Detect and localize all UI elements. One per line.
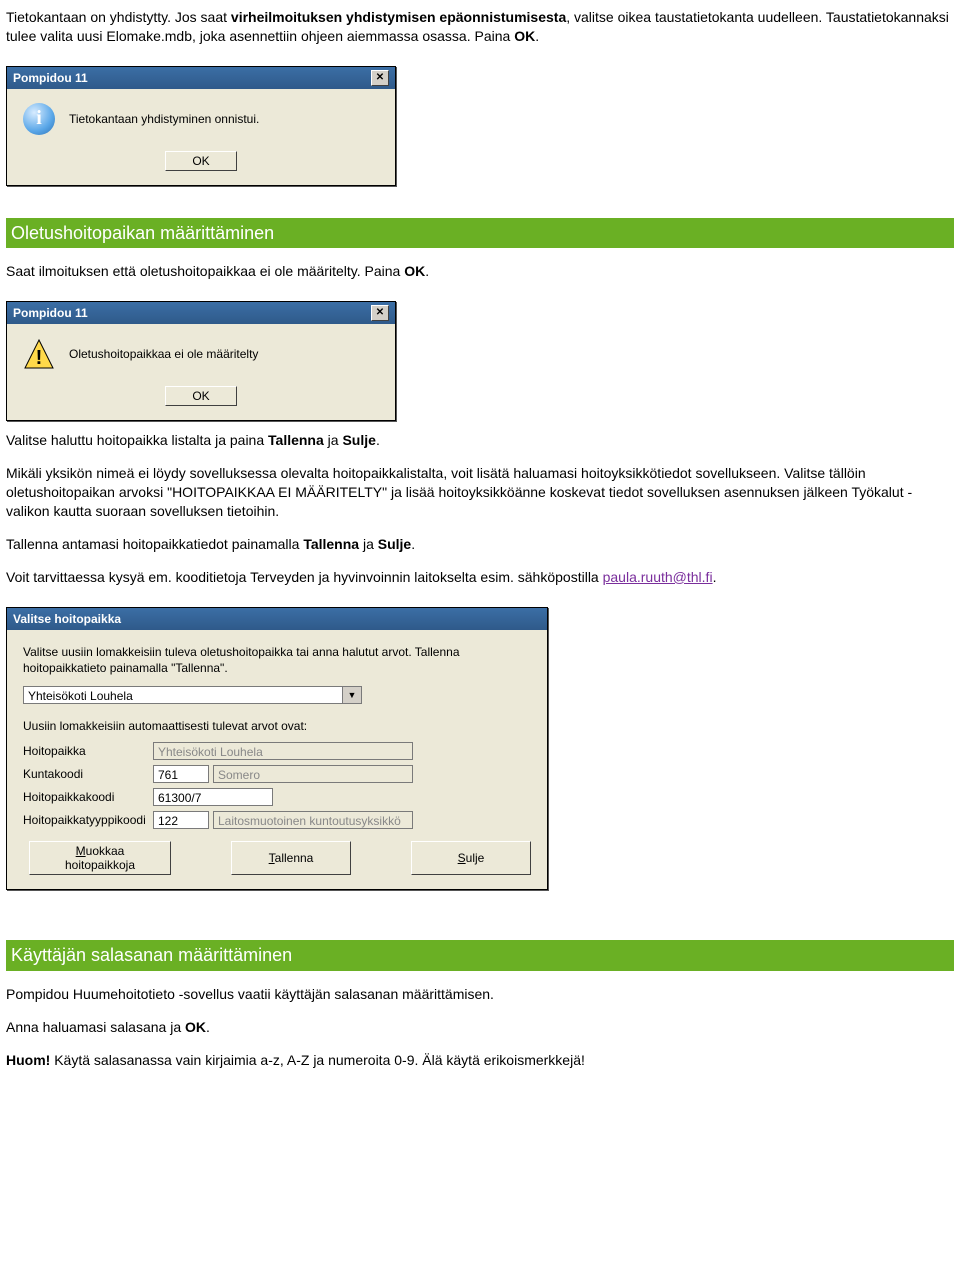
text: .: [411, 536, 415, 552]
text-strong: Sulje: [342, 432, 375, 448]
chevron-down-icon[interactable]: ▼: [343, 686, 362, 704]
value-hoitopaikkatyyppikoodi[interactable]: 122: [153, 811, 209, 829]
section-heading: Oletushoitopaikan määrittäminen: [6, 218, 954, 248]
paragraph: Saat ilmoituksen että oletushoitopaikkaa…: [6, 262, 954, 281]
text: .: [376, 432, 380, 448]
text: .: [713, 569, 717, 585]
location-combobox[interactable]: Yhteisökoti Louhela ▼: [23, 686, 531, 704]
dialog-message: Tietokantaan yhdistyminen onnistui.: [69, 111, 259, 127]
paragraph: Pompidou Huumehoitotieto -sovellus vaati…: [6, 985, 954, 1004]
label-hoitopaikkatyyppikoodi: Hoitopaikkatyyppikoodi: [23, 812, 153, 828]
warning-icon: !: [23, 338, 55, 370]
text-strong: OK: [185, 1019, 206, 1035]
close-icon[interactable]: ✕: [371, 70, 389, 86]
close-icon[interactable]: ✕: [371, 305, 389, 321]
value-hoitopaikkatyyppikoodi-name: Laitosmuotoinen kuntoutusyksikkö: [213, 811, 413, 829]
dialog-info: Pompidou 11 ✕ Tietokantaan yhdistyminen …: [6, 66, 396, 186]
paragraph: Valitse haluttu hoitopaikka listalta ja …: [6, 431, 954, 450]
edit-locations-button[interactable]: Muokkaa hoitopaikkoja: [29, 841, 171, 875]
text-strong: Huom!: [6, 1052, 50, 1068]
text: ja: [359, 536, 378, 552]
text-strong: virheilmoituksen yhdistymisen epäonnistu…: [231, 9, 566, 25]
text: Saat ilmoituksen että oletushoitopaikkaa…: [6, 263, 404, 279]
value-kuntakoodi[interactable]: 761: [153, 765, 209, 783]
dialog-help-text: Valitse uusiin lomakkeisiin tuleva oletu…: [23, 644, 531, 676]
combobox-value: Yhteisökoti Louhela: [23, 686, 343, 704]
dialog-message: Oletushoitopaikkaa ei ole määritelty: [69, 346, 258, 362]
paragraph: Mikäli yksikön nimeä ei löydy sovellukse…: [6, 464, 954, 521]
text-strong: Sulje: [378, 536, 411, 552]
paragraph: Tallenna antamasi hoitopaikkatiedot pain…: [6, 535, 954, 554]
info-icon: [23, 103, 55, 135]
value-kuntakoodi-name: Somero: [213, 765, 413, 783]
dialog-title: Valitse hoitopaikka: [13, 611, 121, 627]
value-hoitopaikkakoodi[interactable]: 61300/7: [153, 788, 273, 806]
label-kuntakoodi: Kuntakoodi: [23, 766, 153, 782]
label-hoitopaikka: Hoitopaikka: [23, 743, 153, 759]
paragraph: Huom! Käytä salasanassa vain kirjaimia a…: [6, 1051, 954, 1070]
text: .: [206, 1019, 210, 1035]
text: Valitse haluttu hoitopaikka listalta ja …: [6, 432, 268, 448]
intro-paragraph: Tietokantaan on yhdistytty. Jos saat vir…: [6, 8, 954, 46]
text: Käytä salasanassa vain kirjaimia a-z, A-…: [50, 1052, 585, 1068]
close-button[interactable]: Sulje: [411, 841, 531, 875]
paragraph: Anna haluamasi salasana ja OK.: [6, 1018, 954, 1037]
email-link[interactable]: paula.ruuth@thl.fi: [603, 569, 713, 585]
text: Tallenna antamasi hoitopaikkatiedot pain…: [6, 536, 303, 552]
text: .: [535, 28, 539, 44]
dialog-select-location: Valitse hoitopaikka Valitse uusiin lomak…: [6, 607, 548, 891]
text-strong: Tallenna: [303, 536, 359, 552]
text: ja: [324, 432, 343, 448]
text: Anna haluamasi salasana ja: [6, 1019, 185, 1035]
text-strong: OK: [514, 28, 535, 44]
paragraph: Voit tarvittaessa kysyä em. kooditietoja…: [6, 568, 954, 587]
auto-values-label: Uusiin lomakkeisiin automaattisesti tule…: [23, 718, 531, 734]
text-strong: OK: [404, 263, 425, 279]
text: Tietokantaan on yhdistytty. Jos saat: [6, 9, 231, 25]
dialog-titlebar: Pompidou 11 ✕: [7, 302, 395, 324]
label-hoitopaikkakoodi: Hoitopaikkakoodi: [23, 789, 153, 805]
ok-button[interactable]: OK: [165, 151, 237, 171]
dialog-titlebar: Valitse hoitopaikka: [7, 608, 547, 630]
dialog-title: Pompidou 11: [13, 305, 88, 321]
save-button[interactable]: Tallenna: [231, 841, 351, 875]
value-hoitopaikka: Yhteisökoti Louhela: [153, 742, 413, 760]
text: .: [425, 263, 429, 279]
text: Voit tarvittaessa kysyä em. kooditietoja…: [6, 569, 603, 585]
ok-button[interactable]: OK: [165, 386, 237, 406]
svg-text:!: !: [36, 347, 43, 369]
section-heading: Käyttäjän salasanan määrittäminen: [6, 940, 954, 970]
dialog-warning: Pompidou 11 ✕ ! Oletushoitopaikkaa ei ol…: [6, 301, 396, 421]
dialog-titlebar: Pompidou 11 ✕: [7, 67, 395, 89]
dialog-title: Pompidou 11: [13, 70, 88, 86]
text-strong: Tallenna: [268, 432, 324, 448]
